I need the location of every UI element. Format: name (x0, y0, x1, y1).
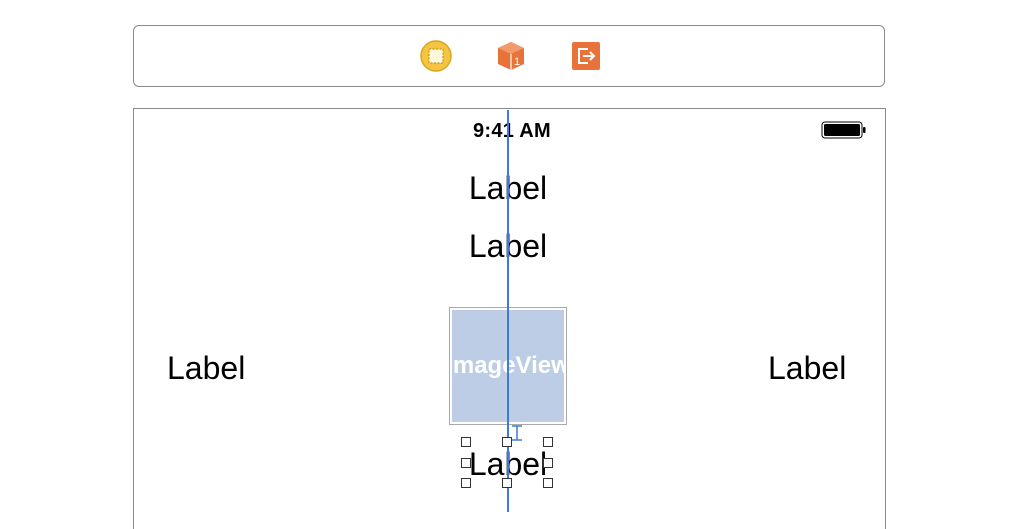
first-responder-badge: 1 (514, 56, 520, 68)
resize-handle-left[interactable] (461, 458, 471, 468)
view-controller-icon[interactable] (420, 40, 452, 72)
resize-handle-bottom[interactable] (502, 478, 512, 488)
battery-icon (821, 121, 866, 139)
label-right[interactable]: Label (768, 352, 846, 384)
first-responder-icon[interactable]: 1 (495, 40, 527, 72)
resize-handle-top[interactable] (502, 437, 512, 447)
center-x-alignment-guide (507, 110, 509, 512)
resize-handle-bottom-right[interactable] (543, 478, 553, 488)
exit-icon[interactable] (570, 40, 602, 72)
label-left[interactable]: Label (167, 352, 245, 384)
scene-dock: 1 (133, 25, 885, 87)
resize-handle-top-right[interactable] (543, 437, 553, 447)
resize-handle-top-left[interactable] (461, 437, 471, 447)
resize-handle-right[interactable] (543, 458, 553, 468)
resize-handle-bottom-left[interactable] (461, 478, 471, 488)
status-bar-time: 9:41 AM (472, 120, 552, 142)
vertical-spacing-constraint[interactable] (510, 425, 524, 441)
